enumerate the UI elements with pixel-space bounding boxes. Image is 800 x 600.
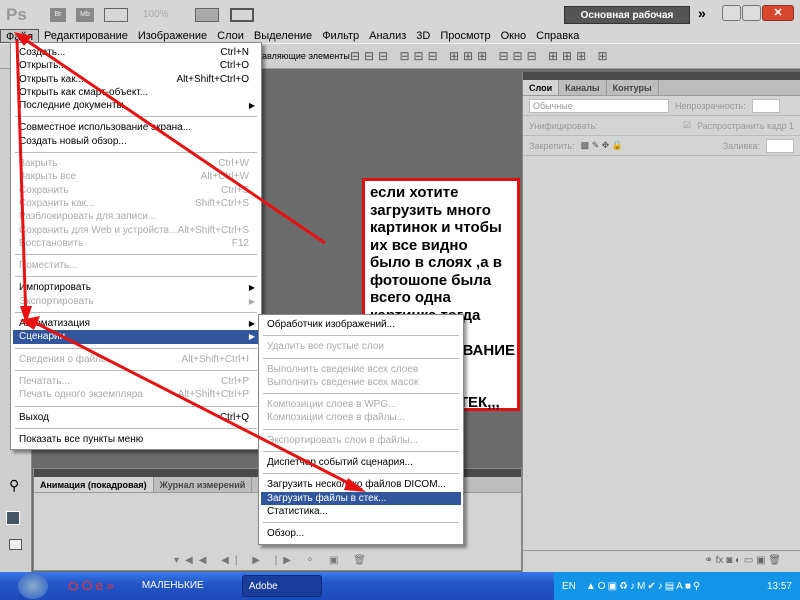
- start-button[interactable]: [18, 573, 48, 599]
- taskbar-item-photoshop[interactable]: Adobe Photoshop CS...: [241, 575, 322, 597]
- language-indicator[interactable]: EN: [562, 581, 576, 592]
- tray-icons[interactable]: ▲O▣♻♪M✔♪▤A■⚲: [586, 581, 757, 592]
- quick-launch-icons[interactable]: ⛭ O e »: [68, 578, 114, 594]
- clock: 13:57: [766, 580, 792, 592]
- arrow-line: [19, 34, 326, 245]
- arrowhead-icon: [20, 316, 40, 330]
- taskbar: ⛭ O e » МАЛЕНЬКИЕ ХИТРОС... Adobe Photos…: [0, 572, 800, 600]
- taskbar-item-browser[interactable]: МАЛЕНЬКИЕ ХИТРОС...: [136, 575, 236, 597]
- arrowhead-icon: [344, 478, 366, 492]
- arrow-line: [33, 320, 363, 492]
- arrow-line: [15, 39, 28, 323]
- annotation-arrows: [14, 32, 366, 492]
